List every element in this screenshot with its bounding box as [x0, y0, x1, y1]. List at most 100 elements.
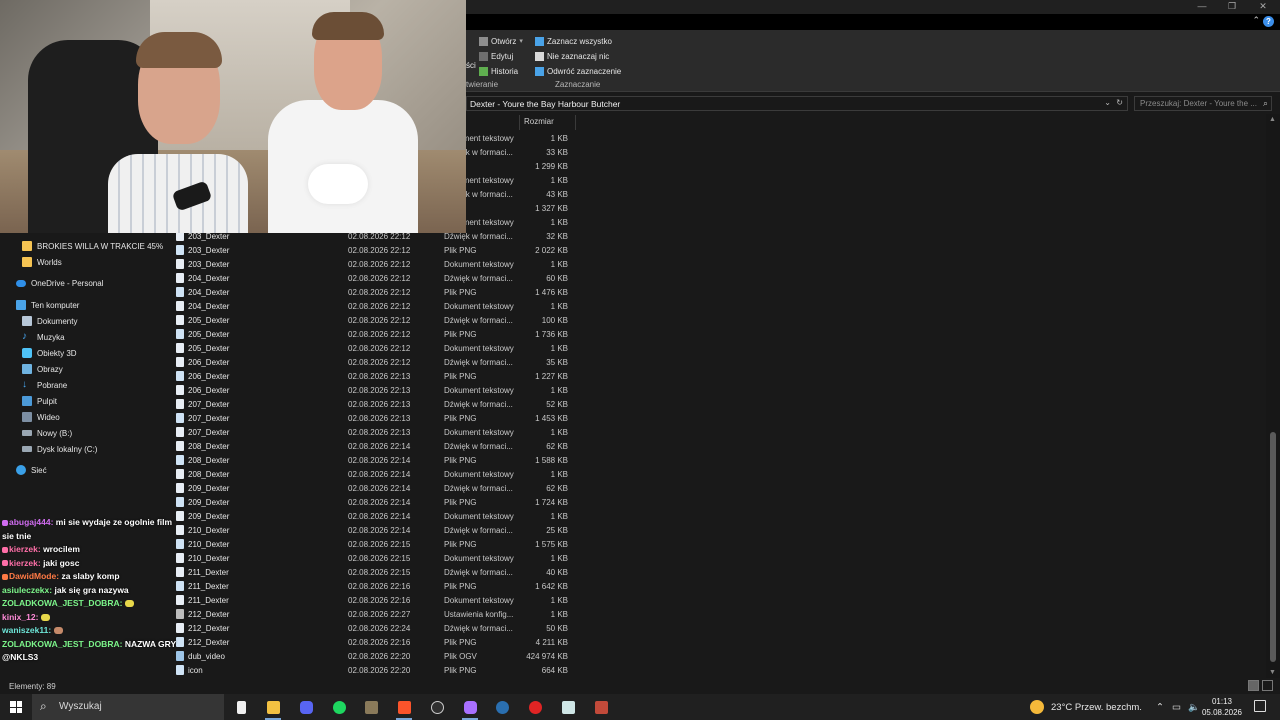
tiles-view-icon[interactable]: [1262, 680, 1273, 691]
details-view-icon[interactable]: [1248, 680, 1259, 691]
table-row[interactable]: 207_Dexter 02.08.2026 22:13 Dźwięk w forma…: [172, 397, 576, 411]
table-row[interactable]: 208_Dexter 02.08.2026 22:14 Dokument tekst…: [172, 467, 576, 481]
column-separator[interactable]: [575, 115, 576, 130]
close-button[interactable]: ✕: [1248, 0, 1278, 14]
steam-app-icon[interactable]: [492, 697, 512, 717]
spotify-app-icon[interactable]: [329, 697, 349, 717]
invert-selection-button[interactable]: Odwróć zaznaczenie: [535, 64, 621, 78]
file-name: 203_Dexter: [188, 232, 230, 241]
vertical-scrollbar[interactable]: ▲ ▼: [1266, 114, 1280, 678]
file-size: 62 KB: [546, 484, 568, 493]
nav-item-obrazy[interactable]: Obrazy: [22, 361, 63, 377]
nav-item-pulpit[interactable]: Pulpit: [22, 393, 57, 409]
table-row[interactable]: 209_Dexter 02.08.2026 22:14 Dźwięk w forma…: [172, 481, 576, 495]
table-row[interactable]: 210_Dexter 02.08.2026 22:15 Plik PNG 1 575 …: [172, 537, 576, 551]
column-separator[interactable]: [519, 115, 520, 130]
table-row[interactable]: 205_Dexter 02.08.2026 22:12 Plik PNG 1 736 …: [172, 327, 576, 341]
file-name: 210_Dexter: [188, 540, 230, 549]
address-bar[interactable]: Dexter - Youre the Bay Harbour Butcher ⌄…: [466, 96, 1128, 111]
file-name: 210_Dexter: [188, 554, 230, 563]
file-name: 205_Dexter: [188, 316, 230, 325]
table-row[interactable]: 206_Dexter 02.08.2026 22:12 Dźwięk w forma…: [172, 355, 576, 369]
file-name: 209_Dexter: [188, 498, 230, 507]
table-row[interactable]: 207_Dexter 02.08.2026 22:13 Plik PNG 1 453 …: [172, 411, 576, 425]
brave-browser-app-icon[interactable]: [394, 697, 414, 720]
weather-widget[interactable]: 23°C Przew. bezchm.: [1030, 694, 1142, 720]
table-row[interactable]: 206_Dexter 02.08.2026 22:13 Plik PNG 1 227 …: [172, 369, 576, 383]
chevron-up-icon[interactable]: ⌃: [1156, 694, 1164, 720]
nav-item-pobrane[interactable]: ↓ Pobrane: [22, 377, 67, 393]
nav-item-wideo[interactable]: Wideo: [22, 409, 60, 425]
help-icon[interactable]: ?: [1263, 16, 1274, 27]
file-explorer-app-icon[interactable]: [263, 697, 283, 720]
table-row[interactable]: 203_Dexter 02.08.2026 22:12 Dokument tekst…: [172, 257, 576, 271]
chevron-down-icon[interactable]: ⌄: [1104, 98, 1111, 107]
nav-item-onedrive-personal[interactable]: OneDrive - Personal: [16, 275, 103, 291]
table-row[interactable]: 210_Dexter 02.08.2026 22:14 Dźwięk w forma…: [172, 523, 576, 537]
clock[interactable]: 01:13 05.08.2026: [1202, 696, 1242, 718]
table-row[interactable]: 205_Dexter 02.08.2026 22:12 Dokument tekst…: [172, 341, 576, 355]
select-none-button[interactable]: Nie zaznaczaj nic: [535, 49, 609, 63]
table-row[interactable]: 206_Dexter 02.08.2026 22:13 Dokument tekst…: [172, 383, 576, 397]
search-input[interactable]: Przeszukaj: Dexter - Youre the ... ⌕: [1134, 96, 1272, 111]
select-all-button[interactable]: Zaznacz wszystko: [535, 34, 612, 48]
nav-item-muzyka[interactable]: ♪ Muzyka: [22, 329, 65, 345]
taskbar-search[interactable]: ⌕ Wyszukaj: [32, 694, 224, 720]
table-row[interactable]: icon 02.08.2026 22:20 Plik PNG 664 KB: [172, 663, 576, 677]
minimize-button[interactable]: —: [1187, 0, 1217, 14]
video-player-app-icon[interactable]: [525, 697, 545, 717]
column-header-size[interactable]: Rozmiar: [524, 117, 554, 126]
table-row[interactable]: 212_Dexter 02.08.2026 22:24 Dźwięk w forma…: [172, 621, 576, 635]
file-icon: [176, 287, 184, 297]
volume-icon[interactable]: 🔈: [1188, 694, 1200, 720]
file-size: 1 724 KB: [535, 498, 568, 507]
download-icon: ↓: [22, 379, 27, 390]
table-row[interactable]: 204_Dexter 02.08.2026 22:12 Plik PNG 1 476 …: [172, 285, 576, 299]
table-row[interactable]: 209_Dexter 02.08.2026 22:14 Dokument tekst…: [172, 509, 576, 523]
refresh-icon[interactable]: ↻: [1116, 98, 1123, 107]
file-size: 1 642 KB: [535, 582, 568, 591]
chevron-up-icon[interactable]: ⌃: [1252, 15, 1260, 26]
nav-item-obiekty-3d[interactable]: Obiekty 3D: [22, 345, 77, 361]
windows-start-icon[interactable]: [10, 701, 22, 713]
minecraft-launcher-app-icon[interactable]: [361, 697, 381, 717]
table-row[interactable]: 212_Dexter 02.08.2026 22:27 Ustawienia kon…: [172, 607, 576, 621]
discord-app-icon[interactable]: [296, 697, 316, 717]
scroll-thumb[interactable]: [1270, 432, 1276, 662]
maximize-button[interactable]: ❐: [1217, 0, 1247, 14]
nav-item-dokumenty[interactable]: Dokumenty: [22, 313, 77, 329]
table-row[interactable]: 205_Dexter 02.08.2026 22:12 Dźwięk w forma…: [172, 313, 576, 327]
table-row[interactable]: 211_Dexter 02.08.2026 22:16 Plik PNG 1 642 …: [172, 579, 576, 593]
network-icon[interactable]: ▭: [1172, 694, 1181, 720]
edit-button[interactable]: Edytuj: [479, 49, 513, 63]
table-row[interactable]: 210_Dexter 02.08.2026 22:15 Dokument tekst…: [172, 551, 576, 565]
notification-icon[interactable]: [1254, 700, 1266, 712]
history-button[interactable]: Historia: [479, 64, 518, 78]
table-row[interactable]: 212_Dexter 02.08.2026 22:16 Plik PNG 4 211 …: [172, 635, 576, 649]
table-row[interactable]: 208_Dexter 02.08.2026 22:14 Dźwięk w forma…: [172, 439, 576, 453]
nav-item-brokies-willa-w-trakcie-45[interactable]: BROKIES WILLA W TRAKCIE 45%: [22, 238, 163, 254]
table-row[interactable]: 208_Dexter 02.08.2026 22:14 Plik PNG 1 588 …: [172, 453, 576, 467]
notepad-app-icon[interactable]: [231, 697, 251, 717]
scroll-down-icon[interactable]: ▼: [1269, 669, 1276, 676]
nav-item-sieć[interactable]: Sieć: [16, 462, 47, 478]
table-row[interactable]: 209_Dexter 02.08.2026 22:14 Plik PNG 1 724 …: [172, 495, 576, 509]
game-app-icon[interactable]: [591, 697, 611, 717]
table-row[interactable]: 203_Dexter 02.08.2026 22:12 Plik PNG 2 022 …: [172, 243, 576, 257]
twitch-app-icon[interactable]: [460, 697, 480, 720]
nav-item-dysk-lokalny-c[interactable]: Dysk lokalny (C:): [22, 441, 97, 457]
table-row[interactable]: 211_Dexter 02.08.2026 22:15 Dźwięk w forma…: [172, 565, 576, 579]
nav-item-nowy-b[interactable]: Nowy (B:): [22, 425, 72, 441]
table-row[interactable]: dub_video 02.08.2026 22:20 Plik OGV 424 974…: [172, 649, 576, 663]
table-row[interactable]: 204_Dexter 02.08.2026 22:12 Dźwięk w forma…: [172, 271, 576, 285]
obs-app-icon[interactable]: [427, 697, 447, 717]
nav-item-worlds[interactable]: Worlds: [22, 254, 62, 270]
table-row[interactable]: 211_Dexter 02.08.2026 22:16 Dokument tekst…: [172, 593, 576, 607]
table-row[interactable]: 207_Dexter 02.08.2026 22:13 Dokument tekst…: [172, 425, 576, 439]
file-type: Plik PNG: [444, 330, 477, 339]
nav-item-ten-komputer[interactable]: Ten komputer: [16, 297, 79, 313]
scroll-up-icon[interactable]: ▲: [1269, 116, 1276, 123]
open-button[interactable]: Otwórz ▾: [479, 34, 523, 48]
table-row[interactable]: 204_Dexter 02.08.2026 22:12 Dokument tekst…: [172, 299, 576, 313]
terminal-app-icon[interactable]: [558, 697, 578, 717]
